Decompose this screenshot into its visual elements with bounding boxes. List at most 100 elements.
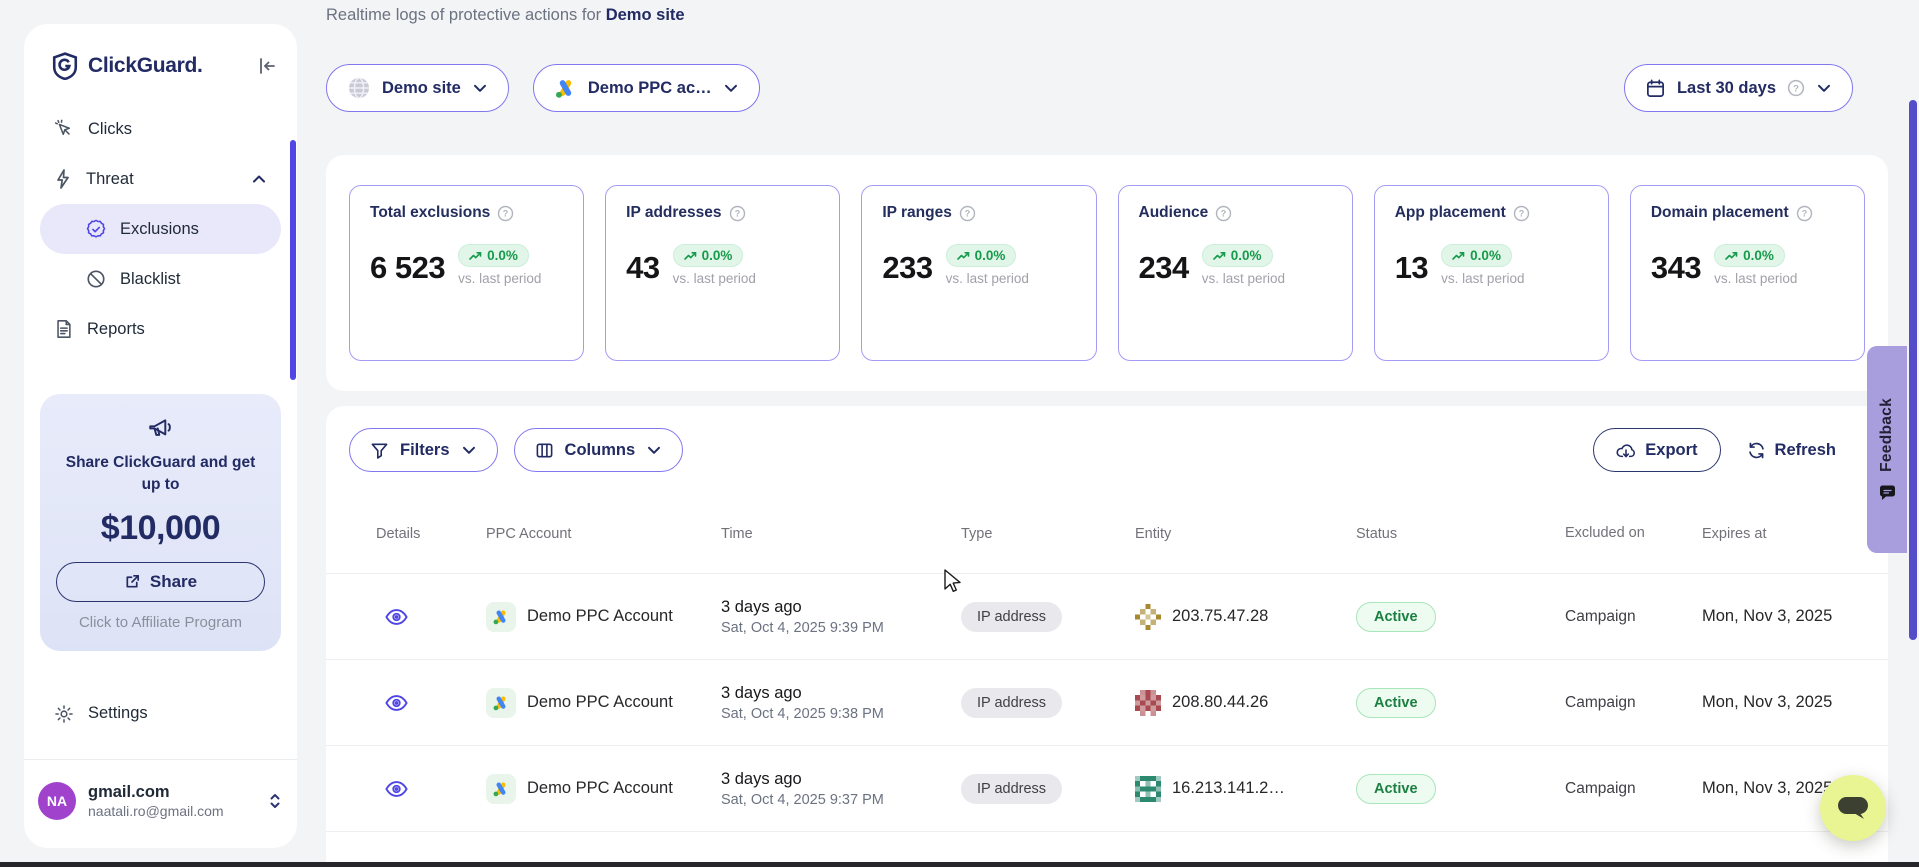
export-button[interactable]: Export <box>1593 428 1720 472</box>
status-badge: Active <box>1356 688 1436 718</box>
sidebar-collapse-icon[interactable] <box>257 56 277 76</box>
globe-icon <box>347 76 371 100</box>
stats-band: Total exclusions ? 6 523 0.0% vs. last p… <box>326 155 1888 391</box>
view-details-eye-icon[interactable] <box>384 778 409 800</box>
filters-dropdown[interactable]: Filters <box>349 428 498 472</box>
svg-text:?: ? <box>1801 208 1806 218</box>
sidebar-item-settings[interactable]: Settings <box>40 689 281 739</box>
column-header[interactable]: Entity <box>1135 526 1171 542</box>
type-badge: IP address <box>961 688 1062 718</box>
table-toolbar: Filters Columns <box>326 406 1888 472</box>
excluded-on-value: Campaign <box>1565 780 1636 798</box>
share-button[interactable]: Share <box>56 562 265 602</box>
expires-at-value: Mon, Nov 3, 2025 <box>1702 607 1832 626</box>
column-header[interactable]: Time <box>721 526 753 542</box>
stat-value: 234 <box>1139 250 1189 286</box>
stat-label: App placement <box>1395 204 1506 222</box>
time-full: Sat, Oct 4, 2025 9:38 PM <box>721 706 884 722</box>
subtitle-text: Realtime logs of protective actions for <box>326 6 606 24</box>
ppc-account-name: Demo PPC Account <box>527 779 673 798</box>
sidebar-item-exclusions[interactable]: Exclusions <box>40 204 281 254</box>
megaphone-icon <box>56 416 265 442</box>
page-scrollbar[interactable] <box>1909 100 1917 640</box>
feedback-chat-icon <box>1879 485 1896 501</box>
help-circle-icon: ? <box>1787 79 1805 97</box>
site-selector-dropdown[interactable]: Demo site <box>326 64 509 112</box>
stat-card-ip-ranges: IP ranges ? 233 0.0% vs. last period <box>861 185 1096 361</box>
refresh-button[interactable]: Refresh <box>1747 441 1836 460</box>
help-circle-icon[interactable]: ? <box>497 205 514 222</box>
type-badge: IP address <box>961 602 1062 632</box>
sidebar-item-label: Exclusions <box>120 220 199 239</box>
sidebar-item-clicks[interactable]: Clicks <box>40 104 281 154</box>
delta-caption: vs. last period <box>1714 271 1797 286</box>
column-header[interactable]: Expires at <box>1702 526 1766 542</box>
stat-label: Audience <box>1139 204 1209 222</box>
expires-at-value: Mon, Nov 3, 2025 <box>1702 693 1832 712</box>
sidebar-item-reports[interactable]: Reports <box>40 304 281 354</box>
help-circle-icon[interactable]: ? <box>729 205 746 222</box>
funnel-icon <box>370 441 389 460</box>
cursor-click-icon <box>54 119 74 139</box>
chat-launcher-button[interactable] <box>1820 775 1886 841</box>
ppc-account-selector-dropdown[interactable]: Demo PPC ac… <box>533 64 760 112</box>
affiliate-program-link[interactable]: Click to Affiliate Program <box>56 614 265 631</box>
entity-identicon <box>1135 604 1161 630</box>
page-subtitle: Realtime logs of protective actions for … <box>326 6 685 25</box>
stat-value: 6 523 <box>370 250 445 286</box>
status-badge: Active <box>1356 774 1436 804</box>
help-circle-icon[interactable]: ? <box>1796 205 1813 222</box>
help-circle-icon[interactable]: ? <box>959 205 976 222</box>
table-header-row: Details PPC Account Time Type Entity Sta… <box>326 494 1888 574</box>
sidebar-item-blacklist[interactable]: Blacklist <box>40 254 281 304</box>
stat-card-ip-addresses: IP addresses ? 43 0.0% vs. last period <box>605 185 840 361</box>
stat-label: IP addresses <box>626 204 721 222</box>
account-email: naatali.ro@gmail.com <box>88 803 224 819</box>
stat-value: 233 <box>882 250 932 286</box>
time-relative: 3 days ago <box>721 684 884 703</box>
trend-up-icon <box>1452 251 1465 261</box>
time-relative: 3 days ago <box>721 770 884 789</box>
sidebar-item-label: Clicks <box>88 120 132 139</box>
delta-caption: vs. last period <box>458 271 541 286</box>
view-details-eye-icon[interactable] <box>384 606 409 628</box>
entity-identicon <box>1135 690 1161 716</box>
column-header[interactable]: Type <box>961 526 992 542</box>
refresh-icon <box>1747 441 1766 460</box>
trend-up-icon <box>1213 251 1226 261</box>
column-header[interactable]: PPC Account <box>486 526 571 542</box>
google-ads-icon <box>554 77 577 100</box>
feedback-tab[interactable]: Feedback <box>1867 346 1907 553</box>
date-range-dropdown[interactable]: Last 30 days ? <box>1624 64 1853 112</box>
sidebar-item-threat[interactable]: Threat <box>40 154 281 204</box>
table-row: Demo PPC Account 3 days ago Sat, Oct 4, … <box>326 746 1888 832</box>
column-header[interactable]: Excluded on <box>1565 523 1645 543</box>
account-menu[interactable]: NA gmail.com naatali.ro@gmail.com <box>24 770 297 832</box>
entity-identicon <box>1135 776 1161 802</box>
sidebar-scrollbar[interactable] <box>290 140 296 380</box>
stat-value: 13 <box>1395 250 1428 286</box>
column-header[interactable]: Status <box>1356 526 1397 542</box>
chevron-down-icon <box>1816 80 1832 96</box>
entity-value: 16.213.141.2… <box>1172 779 1285 798</box>
help-circle-icon[interactable]: ? <box>1215 205 1232 222</box>
delta-caption: vs. last period <box>946 271 1029 286</box>
time-full: Sat, Oct 4, 2025 9:37 PM <box>721 792 884 808</box>
time-full: Sat, Oct 4, 2025 9:39 PM <box>721 620 884 636</box>
avatar: NA <box>38 782 76 820</box>
external-link-icon <box>124 573 141 590</box>
svg-text:?: ? <box>503 208 508 218</box>
svg-text:?: ? <box>1221 208 1226 218</box>
view-details-eye-icon[interactable] <box>384 692 409 714</box>
expires-at-value: Mon, Nov 3, 2025 <box>1702 779 1832 798</box>
entity-value: 208.80.44.26 <box>1172 693 1268 712</box>
columns-dropdown[interactable]: Columns <box>514 428 684 472</box>
help-circle-icon[interactable]: ? <box>1513 205 1530 222</box>
columns-icon <box>535 441 554 460</box>
chevron-down-icon <box>723 80 739 96</box>
column-header[interactable]: Details <box>376 526 420 542</box>
time-relative: 3 days ago <box>721 598 884 617</box>
promo-amount: $10,000 <box>56 509 265 548</box>
brand-name: ClickGuard. <box>88 54 203 78</box>
ppc-account-name: Demo PPC Account <box>527 693 673 712</box>
